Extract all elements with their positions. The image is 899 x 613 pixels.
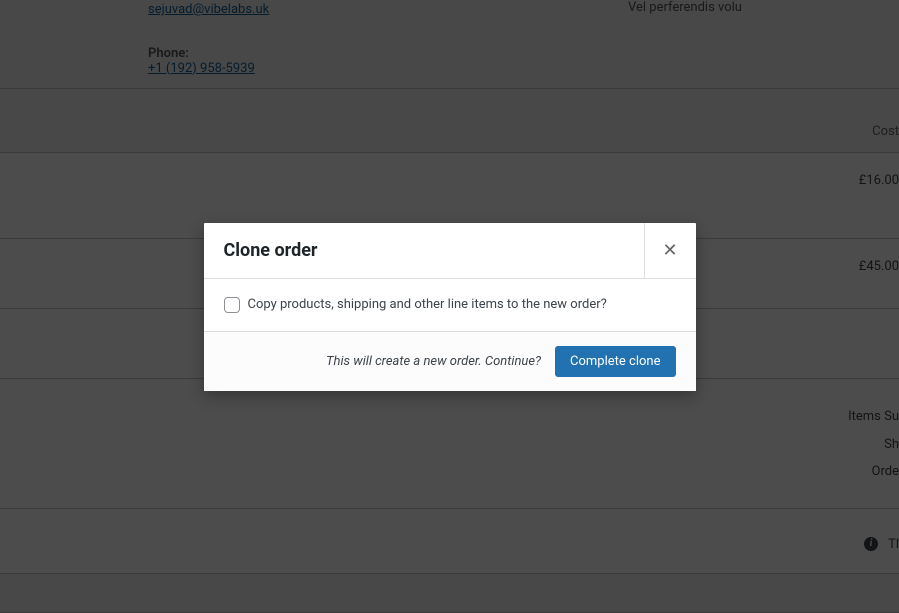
modal-footer: This will create a new order. Continue? … [204, 331, 696, 391]
clone-order-modal: Clone order ✕ Copy products, shipping an… [204, 223, 696, 391]
modal-confirm-text: This will create a new order. Continue? [326, 354, 541, 369]
modal-close-button[interactable]: ✕ [644, 223, 696, 278]
modal-overlay[interactable]: Clone order ✕ Copy products, shipping an… [0, 0, 899, 613]
modal-body: Copy products, shipping and other line i… [204, 279, 696, 331]
modal-title: Clone order [204, 223, 644, 278]
complete-clone-button[interactable]: Complete clone [555, 346, 675, 377]
copy-items-label[interactable]: Copy products, shipping and other line i… [248, 297, 607, 312]
modal-header: Clone order ✕ [204, 223, 696, 279]
close-icon: ✕ [662, 240, 677, 261]
copy-items-checkbox[interactable] [224, 297, 240, 313]
